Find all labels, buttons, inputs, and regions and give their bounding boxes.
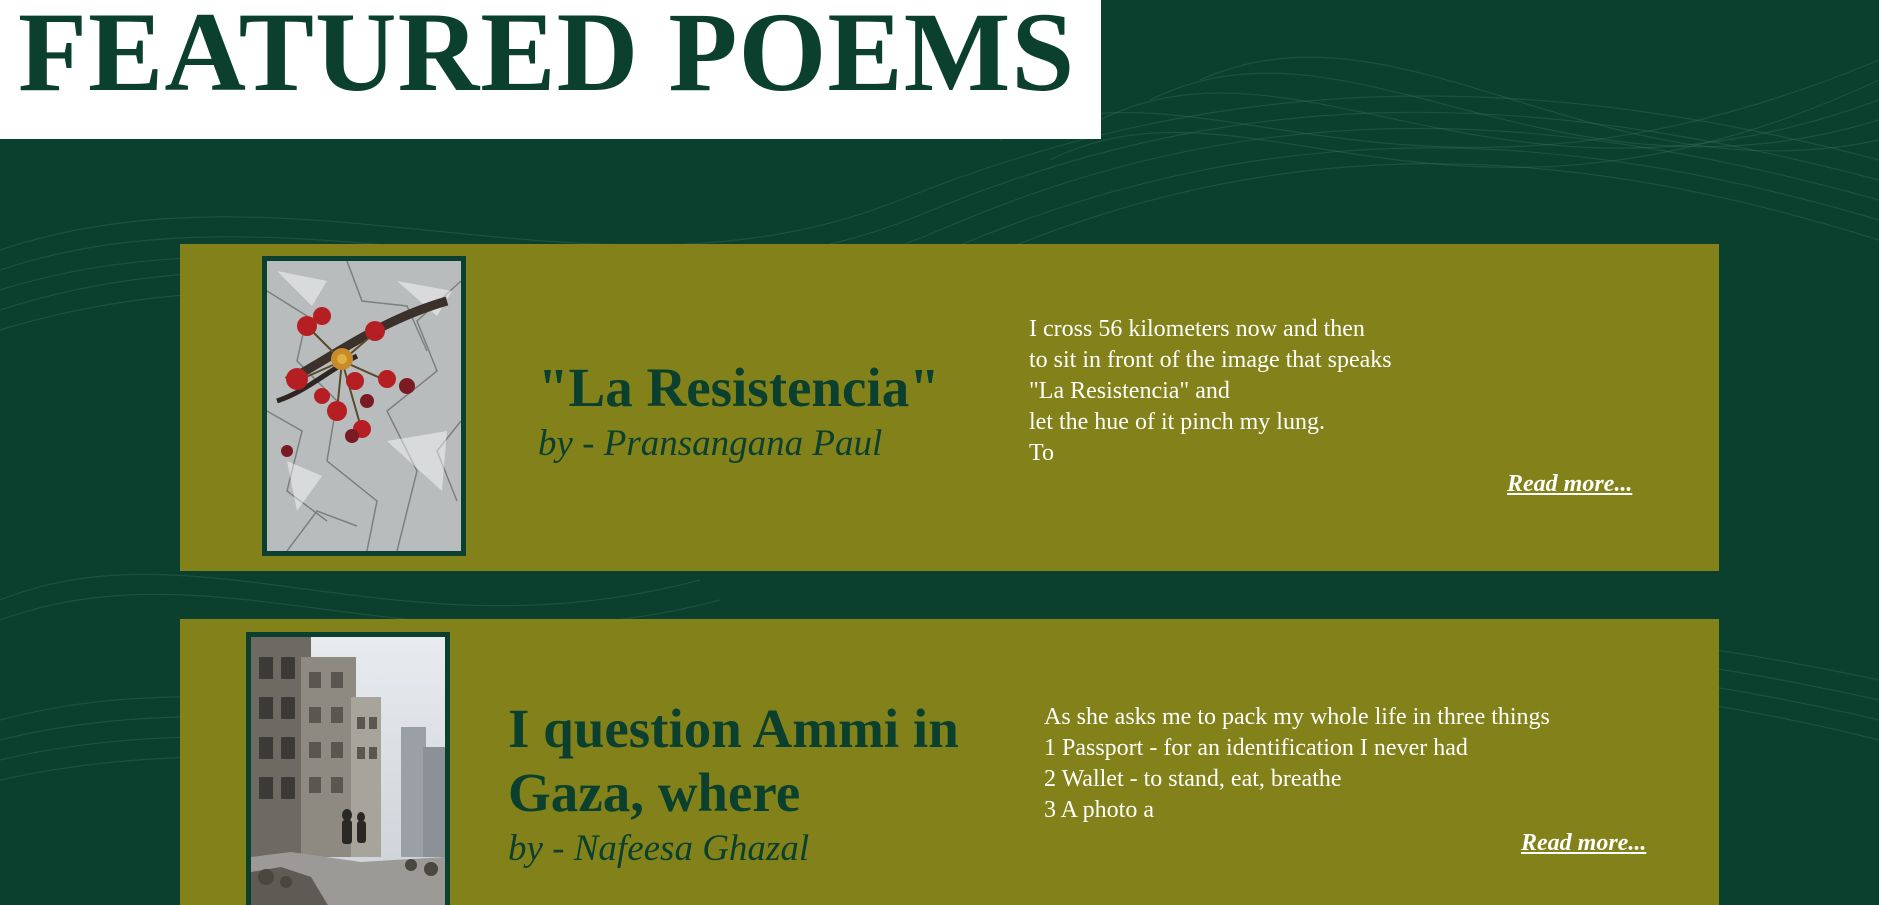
read-more-link[interactable]: Read more... <box>1521 830 1646 857</box>
excerpt-line: To <box>1029 440 1054 466</box>
excerpt-line: As she asks me to pack my whole life in … <box>1044 704 1550 730</box>
read-more-link[interactable]: Read more... <box>1507 471 1632 498</box>
poem-author: by - Pransangana Paul <box>538 423 883 464</box>
poem-card: I question Ammi in Gaza, where by - Nafe… <box>180 619 1719 905</box>
poem-author: by - Nafeesa Ghazal <box>508 828 810 869</box>
page-title: FEATURED POEMS <box>18 0 1076 115</box>
poem-image-red-flowers[interactable] <box>262 256 466 556</box>
page-title-banner: FEATURED POEMS <box>0 0 1101 139</box>
excerpt-line: "La Resistencia" and <box>1029 378 1230 404</box>
poem-image-ruined-street[interactable] <box>246 632 450 905</box>
poem-title[interactable]: "La Resistencia" <box>538 356 1008 420</box>
excerpt-line: 2 Wallet - to stand, eat, breathe <box>1044 766 1342 792</box>
poem-title[interactable]: I question Ammi in Gaza, where <box>508 697 1008 825</box>
excerpt-line: 3 A photo a <box>1044 797 1155 823</box>
red-flowers-on-stone-image <box>267 261 461 551</box>
excerpt-line: to sit in front of the image that speaks <box>1029 347 1392 373</box>
ruined-street-buildings-image <box>251 637 445 905</box>
excerpt-line: let the hue of it pinch my lung. <box>1029 409 1325 435</box>
poem-excerpt: I cross 56 kilometers now and then to si… <box>1029 314 1649 469</box>
poem-card: "La Resistencia" by - Pransangana Paul I… <box>180 244 1719 571</box>
poem-heading: "La Resistencia" by - Pransangana Paul <box>538 356 1008 466</box>
poem-heading: I question Ammi in Gaza, where by - Nafe… <box>508 697 1008 871</box>
poem-excerpt: As she asks me to pack my whole life in … <box>1044 702 1664 826</box>
excerpt-line: I cross 56 kilometers now and then <box>1029 316 1365 342</box>
excerpt-line: 1 Passport - for an identification I nev… <box>1044 735 1468 761</box>
